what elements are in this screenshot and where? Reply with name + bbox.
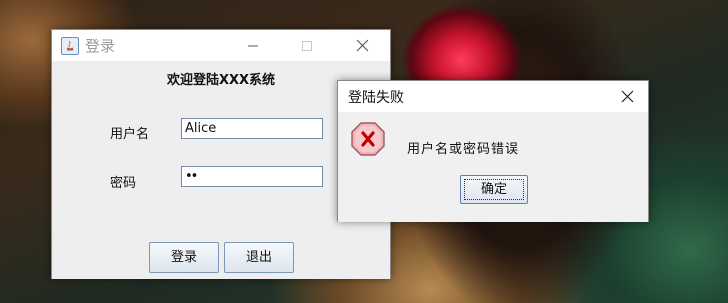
- username-label: 用户名: [110, 127, 150, 142]
- ok-button[interactable]: 确定: [460, 175, 528, 204]
- error-message: 用户名或密码错误: [407, 142, 520, 157]
- exit-button[interactable]: 退出: [224, 242, 294, 273]
- minimize-icon: [248, 45, 258, 46]
- login-titlebar[interactable]: 登录: [52, 30, 390, 61]
- close-icon: [621, 90, 633, 103]
- dialog-close-button[interactable]: [604, 81, 650, 112]
- minimize-button[interactable]: [230, 30, 276, 61]
- login-button[interactable]: 登录: [149, 242, 219, 273]
- error-x-icon: [351, 122, 385, 156]
- password-input[interactable]: [181, 166, 323, 187]
- java-app-icon: [61, 36, 79, 55]
- close-button[interactable]: [339, 30, 385, 61]
- login-failed-dialog: 登陆失败 用户名或密码错误 确定: [337, 80, 649, 222]
- password-label: 密码: [110, 176, 137, 191]
- dialog-title: 登陆失败: [348, 89, 404, 106]
- login-window-title: 登录: [85, 37, 116, 55]
- dialog-body: 用户名或密码错误 确定: [338, 112, 648, 222]
- close-icon: [356, 39, 368, 52]
- maximize-icon: [302, 40, 312, 51]
- username-input[interactable]: [181, 118, 323, 139]
- dialog-titlebar[interactable]: 登陆失败: [338, 81, 648, 112]
- maximize-button[interactable]: [284, 30, 330, 61]
